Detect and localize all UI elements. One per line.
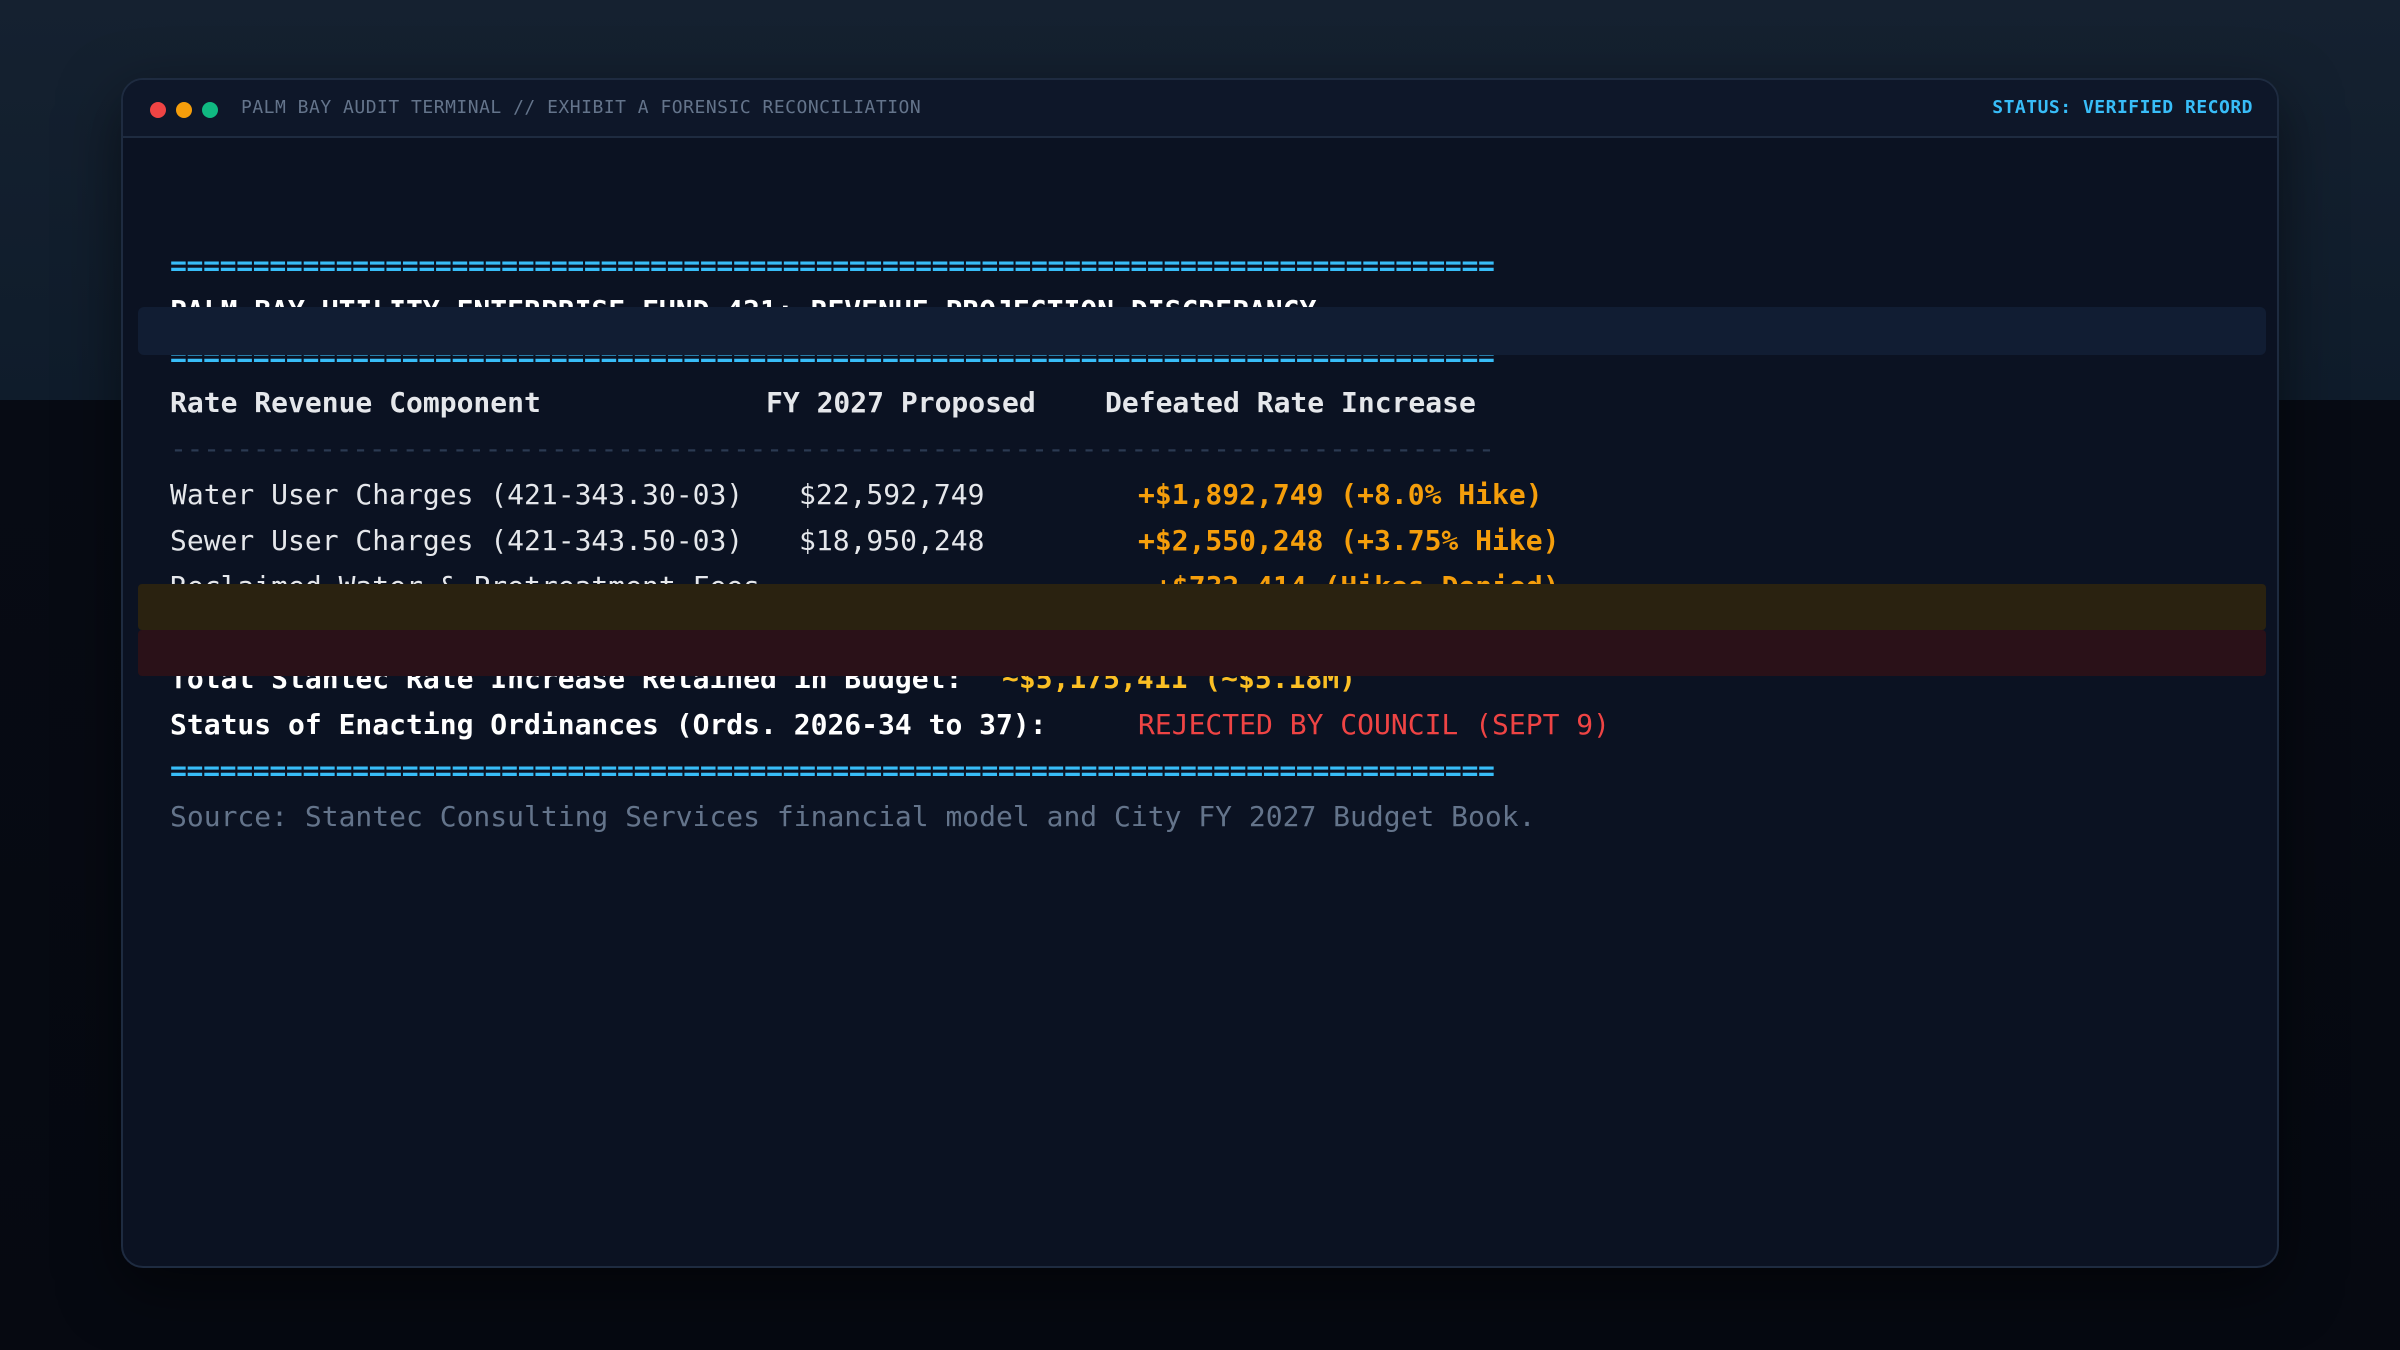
minimize-window-button[interactable]	[176, 102, 192, 118]
window-title: PALM BAY AUDIT TERMINAL // EXHIBIT A FOR…	[241, 97, 922, 118]
maximize-window-button[interactable]	[202, 102, 218, 118]
column-header-component: Rate Revenue Component	[170, 386, 541, 419]
ordinance-status-band	[138, 630, 2266, 676]
row-sewer-component: Sewer User Charges (421-343.50-03)	[170, 524, 744, 557]
row-water-increase: +$1,892,749 (+8.0% Hike)	[1138, 478, 1543, 511]
ordinance-status-value: REJECTED BY COUNCIL (SEPT 9)	[1138, 708, 1611, 741]
row-sewer-proposed: $18,950,248	[799, 524, 985, 557]
ordinance-status-label: Status of Enacting Ordinances (Ords. 202…	[170, 708, 1047, 741]
row-sewer-increase: +$2,550,248 (+3.75% Hike)	[1138, 524, 1560, 557]
column-header-band	[138, 307, 2266, 355]
column-header-proposed: FY 2027 Proposed	[766, 386, 1036, 419]
status-badge: STATUS: VERIFIED RECORD	[1992, 97, 2253, 118]
title-bar: PALM BAY AUDIT TERMINAL // EXHIBIT A FOR…	[123, 80, 2277, 138]
rule-top: ========================================…	[170, 249, 1495, 282]
row-water-proposed: $22,592,749	[799, 478, 985, 511]
close-window-button[interactable]	[150, 102, 166, 118]
rule-under-header: ----------------------------------------…	[170, 432, 1495, 465]
column-header-increase: Defeated Rate Increase	[1105, 386, 1476, 419]
terminal-window: PALM BAY AUDIT TERMINAL // EXHIBIT A FOR…	[121, 78, 2279, 1268]
total-highlight-band	[138, 584, 2266, 630]
source-note: Source: Stantec Consulting Services fina…	[170, 800, 1536, 833]
rule-bottom: ========================================…	[170, 754, 1495, 787]
row-water-component: Water User Charges (421-343.30-03)	[170, 478, 744, 511]
